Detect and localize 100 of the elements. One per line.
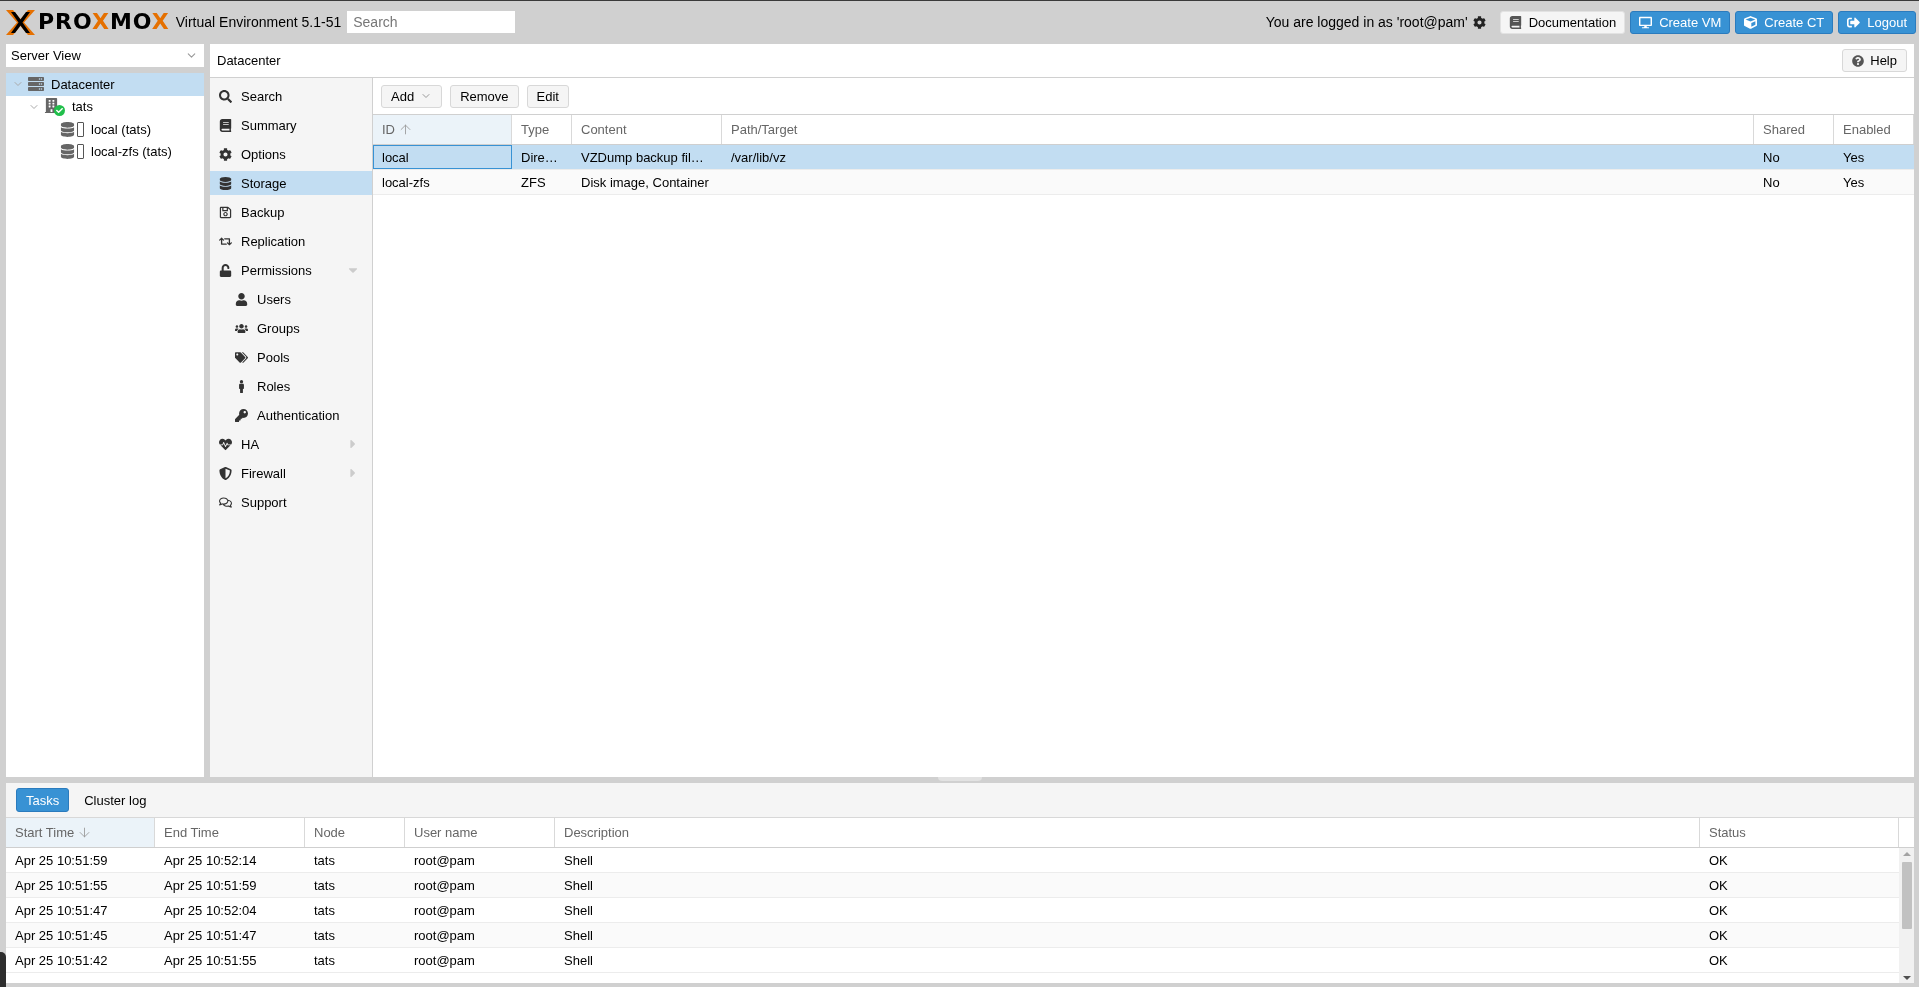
table-cell-text: Shell [563, 851, 594, 870]
database-icon [219, 176, 232, 190]
login-status: You are logged in as 'root@pam' [1265, 14, 1468, 30]
nav-item[interactable]: Backup [210, 200, 372, 224]
nav-item[interactable]: Search [210, 84, 372, 108]
table-row[interactable]: local Dire… VZDump backup fil… /var/lib/vz No Yes [373, 145, 1914, 170]
table-cell-text: Apr 25 10:52:04 [163, 901, 258, 920]
monitor-icon [1639, 15, 1653, 29]
table-cell-text: VZDump backup fil… [580, 148, 705, 167]
table-cell-text: ZFS [520, 173, 547, 192]
table-cell-text: No [1762, 148, 1781, 167]
table-cell-text: Apr 25 10:51:55 [163, 951, 258, 970]
side-tab[interactable] [0, 952, 6, 987]
table-cell-text: Apr 25 10:51:59 [14, 851, 109, 870]
table-cell-text: Disk image, Container [580, 173, 710, 192]
storage-icon [60, 121, 84, 137]
header-button[interactable]: Documentation [1499, 10, 1626, 34]
search-icon [219, 89, 232, 103]
nav-item[interactable]: Groups [210, 316, 372, 340]
table-cell: local [373, 145, 512, 169]
table-cell-text: OK [1708, 851, 1729, 870]
column-header[interactable]: ID [373, 115, 512, 144]
nav-item[interactable]: Storage [210, 171, 372, 195]
user-icon [235, 292, 248, 306]
table-cell-text: Shell [563, 951, 594, 970]
table-cell-text: Apr 25 10:52:14 [163, 851, 258, 870]
table-cell-text: /var/lib/vz [730, 148, 787, 167]
nav-item[interactable]: Replication [210, 229, 372, 253]
nav-item[interactable]: Support [210, 490, 372, 514]
table-cell-text: root@pam [413, 851, 476, 870]
table-cell-text: OK [1708, 951, 1729, 970]
view-selector[interactable]: Server View [6, 44, 204, 67]
table-cell-text: Shell [563, 901, 594, 920]
table-cell-text: OK [1708, 876, 1729, 895]
toolbar-button[interactable]: Add [381, 84, 443, 108]
panel-title: Datacenter [217, 53, 281, 68]
logo-wordmark: PROXMOX [38, 11, 170, 33]
table-cell-text: OK [1708, 926, 1729, 945]
speech-bubbles-icon [219, 495, 232, 509]
key-icon [235, 408, 248, 422]
nav-item[interactable]: Options [210, 142, 372, 166]
table-cell-text: Shell [563, 876, 594, 895]
table-cell-text: tats [313, 951, 336, 970]
version-label: Virtual Environment 5.1-51 [175, 14, 342, 30]
table-cell-text: No [1762, 173, 1781, 192]
node-online-icon [44, 97, 65, 116]
splitter-handle[interactable] [937, 777, 982, 781]
toolbar-button[interactable]: Edit [526, 84, 569, 108]
tree-item[interactable]: tats [6, 95, 204, 118]
table-cell-text: Apr 25 10:51:59 [163, 876, 258, 895]
heart-pulse-icon [219, 437, 232, 451]
tree-item[interactable]: Datacenter [6, 73, 204, 96]
table-cell-text: Dire… [520, 148, 559, 167]
table-cell-text: tats [313, 876, 336, 895]
toolbar-button[interactable]: Remove [450, 84, 519, 108]
nav-item[interactable]: Users [210, 287, 372, 311]
table-cell-text: root@pam [413, 876, 476, 895]
padlock-icon [219, 263, 232, 277]
table-row[interactable]: Apr 25 10:51:55 Apr 25 10:51:59 tats root@pam Shell OK [6, 873, 1899, 898]
table-cell-text: Yes [1842, 148, 1866, 167]
table-cell-text: root@pam [413, 901, 476, 920]
help-icon [1852, 54, 1865, 67]
table-cell-text: root@pam [413, 951, 476, 970]
nav-item[interactable]: Roles [210, 374, 372, 398]
table-cell-text: tats [313, 926, 336, 945]
users-icon [235, 321, 248, 335]
book-icon [1508, 15, 1522, 29]
book-icon [219, 118, 232, 132]
nav-item[interactable]: HA [210, 432, 372, 456]
sign-out-icon [1847, 15, 1861, 29]
cube-icon [1744, 15, 1758, 29]
nav-item[interactable]: Permissions [210, 258, 372, 282]
settings-icon[interactable] [1472, 15, 1486, 29]
table-cell-text: Apr 25 10:51:45 [14, 926, 109, 945]
nav-item[interactable]: Authentication [210, 403, 372, 427]
table-cell-text: tats [313, 851, 336, 870]
tab[interactable]: Cluster log [74, 788, 157, 812]
help-button[interactable]: Help [1842, 49, 1907, 72]
column-header[interactable]: Start Time [6, 818, 155, 847]
gear-icon [219, 147, 232, 161]
server-icon [28, 76, 44, 93]
table-cell-text: Apr 25 10:51:55 [14, 876, 109, 895]
table-cell-text: Yes [1842, 173, 1866, 192]
nav-item[interactable]: Pools [210, 345, 372, 369]
nav-item[interactable]: Firewall [210, 461, 372, 485]
search-field[interactable]: Search [347, 11, 516, 33]
table-row[interactable]: local-zfs ZFS Disk image, Container No Yes [373, 170, 1914, 195]
table-cell-text: Shell [563, 926, 594, 945]
x-logo-icon [6, 9, 35, 35]
nav-item[interactable]: Summary [210, 113, 372, 137]
tree-item[interactable]: local (tats) [6, 118, 204, 141]
tree-item[interactable]: local-zfs (tats) [6, 140, 204, 163]
tags-icon [235, 350, 248, 364]
table-cell-text: Apr 25 10:51:42 [14, 951, 109, 970]
shield-icon [219, 466, 232, 480]
table-cell-text: root@pam [413, 926, 476, 945]
scrollbar[interactable] [1899, 848, 1914, 983]
table-row[interactable]: Apr 25 10:51:45 Apr 25 10:51:47 tats root@pam Shell OK [6, 923, 1899, 948]
table-cell-text: local-zfs [381, 173, 431, 192]
table-cell-text: Apr 25 10:51:47 [163, 926, 258, 945]
